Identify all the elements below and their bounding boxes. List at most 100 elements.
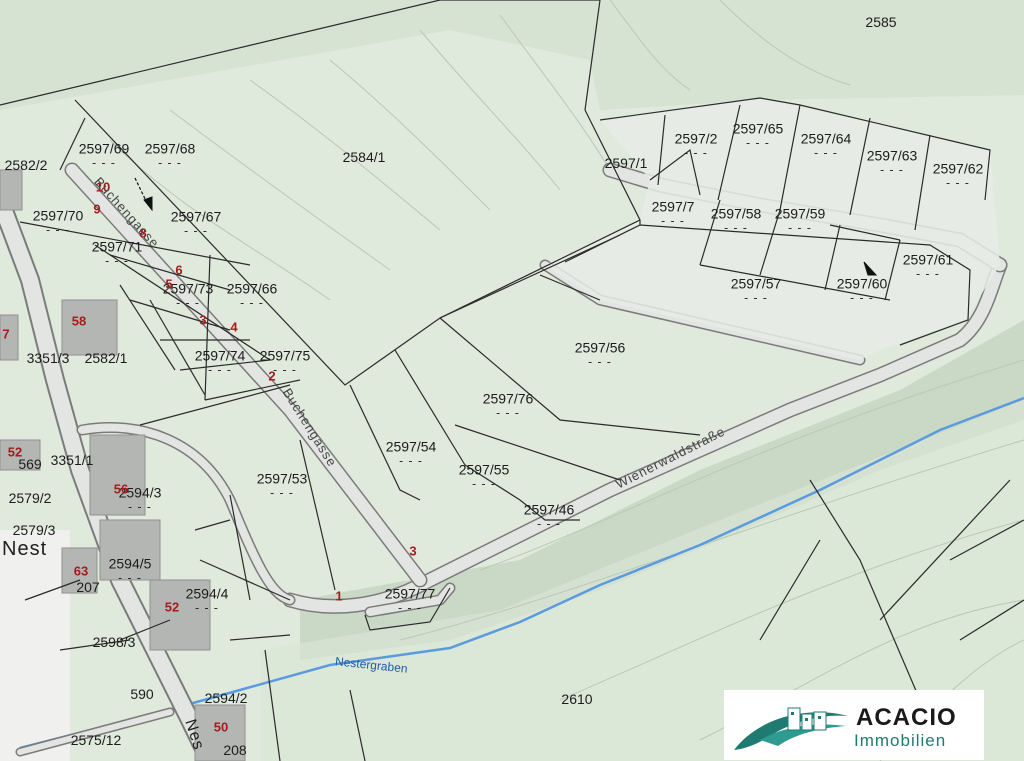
parcel-label: 2597/58- - - [711, 207, 762, 234]
parcel-dash: - - - [184, 223, 208, 238]
parcel-number: 2582/1 [84, 350, 128, 366]
parcel-label: 2597/55- - - [459, 463, 510, 490]
parcel-label: 2597/7- - - [652, 200, 695, 227]
parcel-dash: - - - [744, 290, 768, 305]
town-area [0, 530, 70, 761]
parcel-label: 2597/56- - - [575, 341, 626, 368]
parcel-number: 2594/2 [204, 690, 248, 706]
parcel-dash: - - - [472, 476, 496, 491]
parcel-number: 2579/3 [12, 522, 56, 538]
parcel-label: 590 [130, 687, 153, 701]
house-number: 2 [268, 368, 276, 384]
parcel-label: 2597/59- - - [775, 207, 826, 234]
parcel-label: 2597/65- - - [733, 122, 784, 149]
place-label-nest: Nest [2, 538, 48, 560]
parcel-number: 2579/2 [8, 490, 52, 506]
parcel-dash: - - - [496, 405, 520, 420]
parcel-label: 2597/64- - - [801, 132, 852, 159]
parcel-dash: - - - [916, 266, 940, 281]
parcel-number: 3351/1 [50, 452, 94, 468]
parcel-number: 2597/71 [91, 238, 143, 255]
parcel-label: 3351/3 [27, 351, 70, 365]
parcel-number: 2597/1 [604, 155, 648, 171]
logo-mark-icon [734, 707, 848, 750]
parcel-dash: - - - [746, 135, 770, 150]
parcel-dash: - - - [537, 516, 561, 531]
parcel-label: 2597/69- - - [79, 142, 130, 169]
parcel-label: 2597/76- - - [483, 392, 534, 419]
house-number: 52 [164, 599, 180, 615]
parcel-number: 2597/70 [32, 207, 84, 224]
house-number: 7 [2, 326, 10, 342]
parcel-label: 2598/3 [93, 635, 136, 649]
parcel-dash: - - - [588, 354, 612, 369]
parcel-dash: - - - [92, 155, 116, 170]
parcel-label: 2597/53- - - [257, 472, 308, 499]
parcel-label: 2597/67- - - [171, 210, 222, 237]
parcel-number: 2584/1 [342, 149, 386, 165]
parcel-number: 2597/67 [170, 208, 222, 225]
parcel-number: 2597/77 [384, 585, 436, 602]
parcel-number: 2597/68 [144, 140, 196, 157]
parcel-number: 2597/53 [256, 470, 308, 487]
parcel-number: 2597/64 [800, 130, 852, 147]
parcel-dash: - - - [788, 220, 812, 235]
parcel-label: 2579/3 [13, 523, 56, 537]
parcel-number: 2597/75 [259, 347, 311, 364]
parcel-dash: - - - [661, 213, 685, 228]
parcel-label: 2597/54- - - [386, 440, 437, 467]
parcel-number: 2594/4 [185, 585, 229, 602]
parcel-number: 2597/76 [482, 390, 534, 407]
parcel-label: 2584/1 [343, 150, 386, 164]
parcel-label: 2597/57- - - [731, 277, 782, 304]
parcel-dash: - - - [270, 485, 294, 500]
parcel-label: 2597/1 [605, 156, 648, 170]
parcel-number: 2597/63 [866, 147, 918, 164]
parcel-label: 2597/75- - - [260, 349, 311, 376]
house-number: 63 [73, 563, 89, 579]
parcel-number: 2597/57 [730, 275, 782, 292]
parcel-dash: - - - [273, 362, 297, 377]
parcel-dash: - - - [880, 162, 904, 177]
parcel-dash: - - - [195, 600, 219, 615]
parcel-label: 2597/60- - - [837, 277, 888, 304]
company-logo[interactable]: ACACIO Immobilien [724, 690, 984, 760]
parcel-label: 2597/2- - - [675, 132, 718, 159]
parcel-dash: - - - [240, 295, 264, 310]
parcel-label: 2597/61- - - [903, 253, 954, 280]
map-canvas [0, 0, 1024, 761]
logo-tagline: Immobilien [854, 731, 947, 750]
parcel-label: 208 [223, 743, 246, 757]
parcel-dash: - - - [398, 600, 422, 615]
house-number: 9 [93, 201, 101, 217]
house-number: 6 [175, 262, 183, 278]
parcel-label: 2597/74- - - [195, 349, 246, 376]
parcel-number: 2597/60 [836, 275, 888, 292]
parcel-dash: - - - [158, 155, 182, 170]
parcel-dash: - - - [724, 220, 748, 235]
parcel-dash: - - - [176, 295, 200, 310]
house-number: 3 [199, 312, 207, 328]
parcel-label: 2610 [561, 692, 592, 706]
parcel-label: 2582/2 [5, 158, 48, 172]
parcel-dash: - - - [118, 570, 142, 585]
parcel-label: 2594/2 [205, 691, 248, 705]
parcel-label: 2579/2 [9, 491, 52, 505]
parcel-dash: - - - [684, 145, 708, 160]
parcel-label: 3351/1 [51, 453, 94, 467]
parcel-number: 590 [130, 686, 154, 702]
parcel-number: 2597/7 [651, 198, 695, 215]
parcel-number: 2597/56 [574, 339, 626, 356]
parcel-label: 2575/12 [71, 733, 122, 747]
parcel-number: 2597/61 [902, 251, 954, 268]
cadastral-map[interactable]: 2585 2584/1 2582/2 2597/69- - -2597/68- - -… [0, 0, 1024, 761]
parcel-number: 208 [223, 742, 247, 758]
parcel-dash: - - - [105, 253, 129, 268]
parcel-dash: - - - [128, 499, 152, 514]
parcel-label: 2594/5- - - [109, 557, 152, 584]
parcel-number: 2597/65 [732, 120, 784, 137]
parcel-dash: - - - [946, 175, 970, 190]
parcel-number: 2597/74 [194, 347, 246, 364]
parcel-number: 2575/12 [70, 732, 122, 748]
parcel-label: 2597/71- - - [92, 240, 143, 267]
